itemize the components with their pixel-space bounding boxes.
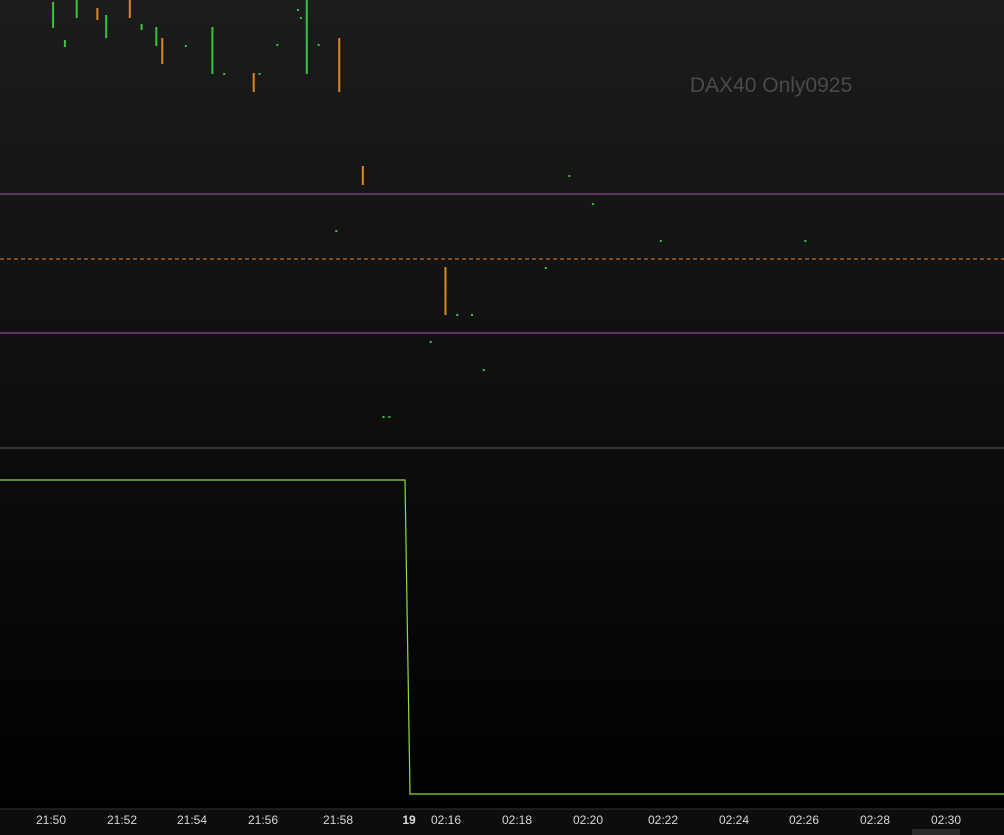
chart-canvas[interactable]: DAX40 Only0925 21:50 21:52 21:54 21:56 21:58… bbox=[0, 0, 1004, 835]
x-tick-label: 02:16 bbox=[431, 813, 461, 827]
chart-background bbox=[0, 0, 1004, 835]
chart-root: DAX40 Only0925 21:50 21:52 21:54 21:56 21:58… bbox=[0, 0, 1004, 835]
x-tick-label: 21:56 bbox=[248, 813, 278, 827]
x-tick-label: 21:52 bbox=[107, 813, 137, 827]
x-tick-label: 02:28 bbox=[860, 813, 890, 827]
x-tick-label-session-break: 19 bbox=[402, 813, 416, 827]
scroll-thumb[interactable] bbox=[912, 829, 960, 835]
x-tick-label: 02:26 bbox=[789, 813, 819, 827]
x-tick-label: 21:54 bbox=[177, 813, 207, 827]
x-tick-label: 02:22 bbox=[648, 813, 678, 827]
x-tick-label: 02:20 bbox=[573, 813, 603, 827]
x-tick-label: 02:30 bbox=[931, 813, 961, 827]
x-tick-label: 02:24 bbox=[719, 813, 749, 827]
x-tick-label: 02:18 bbox=[502, 813, 532, 827]
x-tick-label: 21:50 bbox=[36, 813, 66, 827]
chart-watermark: DAX40 Only0925 bbox=[690, 74, 852, 97]
x-tick-label: 21:58 bbox=[323, 813, 353, 827]
